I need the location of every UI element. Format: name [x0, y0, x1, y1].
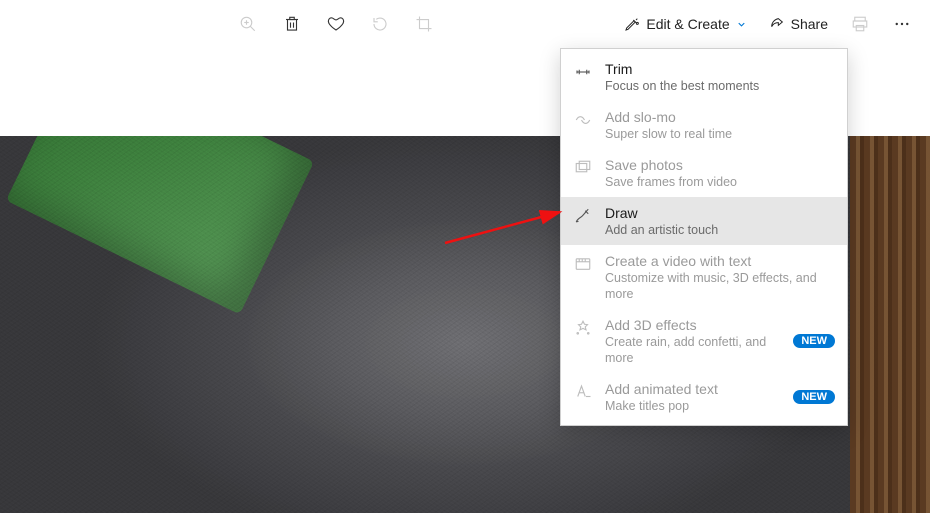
menu-item-subtitle: Add an artistic touch	[605, 222, 835, 238]
more-button[interactable]	[882, 4, 922, 44]
delete-button[interactable]	[272, 4, 312, 44]
toolbar-left	[228, 4, 444, 44]
video-icon	[573, 254, 593, 274]
crop-button	[404, 4, 444, 44]
zoom-in-icon	[239, 15, 257, 33]
menu-item-title: Add animated text	[605, 380, 781, 398]
share-button[interactable]: Share	[759, 4, 838, 44]
menu-item-3d-effects[interactable]: Add 3D effects Create rain, add confetti…	[561, 309, 847, 373]
toolbar: Edit & Create Share	[0, 0, 930, 48]
rotate-button	[360, 4, 400, 44]
edit-create-icon	[624, 16, 640, 32]
favorite-button[interactable]	[316, 4, 356, 44]
chevron-down-icon	[736, 19, 747, 30]
menu-item-animated-text[interactable]: Add animated text Make titles pop NEW	[561, 373, 847, 421]
menu-item-title: Add slo-mo	[605, 108, 835, 126]
menu-item-save-photos[interactable]: Save photos Save frames from video	[561, 149, 847, 197]
menu-item-subtitle: Focus on the best moments	[605, 78, 835, 94]
menu-item-slomo[interactable]: Add slo-mo Super slow to real time	[561, 101, 847, 149]
heart-icon	[327, 15, 345, 33]
crop-icon	[415, 15, 433, 33]
trim-icon	[573, 62, 593, 82]
menu-item-subtitle: Create rain, add confetti, and more	[605, 334, 781, 366]
new-badge: NEW	[793, 334, 835, 348]
edit-create-menu: Trim Focus on the best moments Add slo-m…	[560, 48, 848, 426]
edit-create-button[interactable]: Edit & Create	[614, 4, 756, 44]
menu-item-trim[interactable]: Trim Focus on the best moments	[561, 53, 847, 101]
menu-item-subtitle: Super slow to real time	[605, 126, 835, 142]
effects-icon	[573, 318, 593, 338]
trash-icon	[283, 15, 301, 33]
menu-item-title: Save photos	[605, 156, 835, 174]
share-icon	[769, 16, 785, 32]
menu-item-create-video[interactable]: Create a video with text Customize with …	[561, 245, 847, 309]
menu-item-title: Add 3D effects	[605, 316, 781, 334]
print-icon	[851, 15, 869, 33]
new-badge: NEW	[793, 390, 835, 404]
share-label: Share	[791, 16, 828, 32]
menu-item-title: Trim	[605, 60, 835, 78]
menu-item-title: Draw	[605, 204, 835, 222]
print-button	[840, 4, 880, 44]
menu-item-title: Create a video with text	[605, 252, 835, 270]
draw-icon	[573, 206, 593, 226]
zoom-in-button	[228, 4, 268, 44]
rotate-icon	[371, 15, 389, 33]
edit-create-label: Edit & Create	[646, 16, 729, 32]
ellipsis-icon	[893, 15, 911, 33]
slomo-icon	[573, 110, 593, 130]
animtext-icon	[573, 382, 593, 402]
menu-item-subtitle: Customize with music, 3D effects, and mo…	[605, 270, 835, 302]
saveframes-icon	[573, 158, 593, 178]
menu-item-draw[interactable]: Draw Add an artistic touch	[561, 197, 847, 245]
menu-item-subtitle: Make titles pop	[605, 398, 781, 414]
toolbar-right: Edit & Create Share	[614, 4, 922, 44]
menu-item-subtitle: Save frames from video	[605, 174, 835, 190]
